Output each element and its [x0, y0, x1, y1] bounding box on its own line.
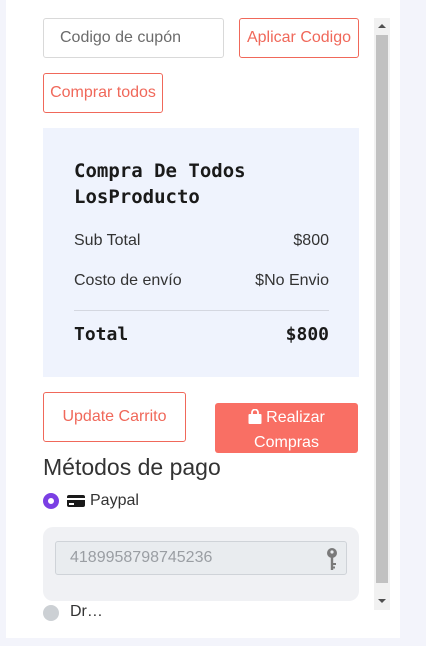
paypal-radio[interactable]	[43, 493, 59, 509]
cart-panel: Codigo de cupón Aplicar Codigo Comprar t…	[6, 0, 400, 638]
summary-title: Compra De Todos LosProducto	[74, 160, 246, 208]
total-row: Total $800	[74, 324, 329, 345]
shipping-row: Costo de envío $No Envio	[74, 272, 329, 290]
checkout-label: Realizar Compras	[254, 409, 325, 451]
subtotal-label: Sub Total	[74, 232, 141, 249]
key-icon	[326, 547, 338, 583]
buy-all-button[interactable]: Comprar todos	[43, 73, 163, 113]
order-summary: Compra De Todos LosProducto Sub Total $8…	[43, 128, 359, 377]
scroll-down-arrow-icon[interactable]	[378, 599, 386, 603]
paypal-label: Paypal	[90, 492, 139, 509]
subtotal-row: Sub Total $800	[74, 232, 329, 250]
shipping-label: Costo de envío	[74, 272, 182, 289]
card-number-field[interactable]: 4189958798745236	[55, 541, 347, 575]
payment-methods-title: Métodos de pago	[43, 454, 221, 480]
card-number-value: 4189958798745236	[70, 549, 213, 566]
scroll-up-arrow-icon[interactable]	[378, 24, 386, 28]
scroll-thumb[interactable]	[376, 35, 388, 583]
shipping-value: $No Envio	[255, 272, 329, 289]
card-details-box: 4189958798745236	[43, 527, 359, 601]
scrollbar[interactable]	[374, 18, 390, 610]
shopping-bag-icon	[248, 408, 262, 431]
total-label: Total	[74, 324, 129, 345]
coupon-code-input[interactable]: Codigo de cupón	[43, 18, 224, 58]
total-value: $800	[285, 324, 329, 345]
subtotal-value: $800	[293, 232, 329, 249]
summary-divider	[74, 310, 329, 311]
next-payment-radio[interactable]	[43, 605, 59, 621]
checkout-button[interactable]: Realizar Compras	[215, 403, 358, 453]
update-cart-button[interactable]: Update Carrito	[43, 392, 186, 442]
credit-card-icon	[67, 494, 85, 513]
next-payment-label: Dr…	[70, 603, 103, 620]
apply-coupon-button[interactable]: Aplicar Codigo	[239, 18, 359, 58]
